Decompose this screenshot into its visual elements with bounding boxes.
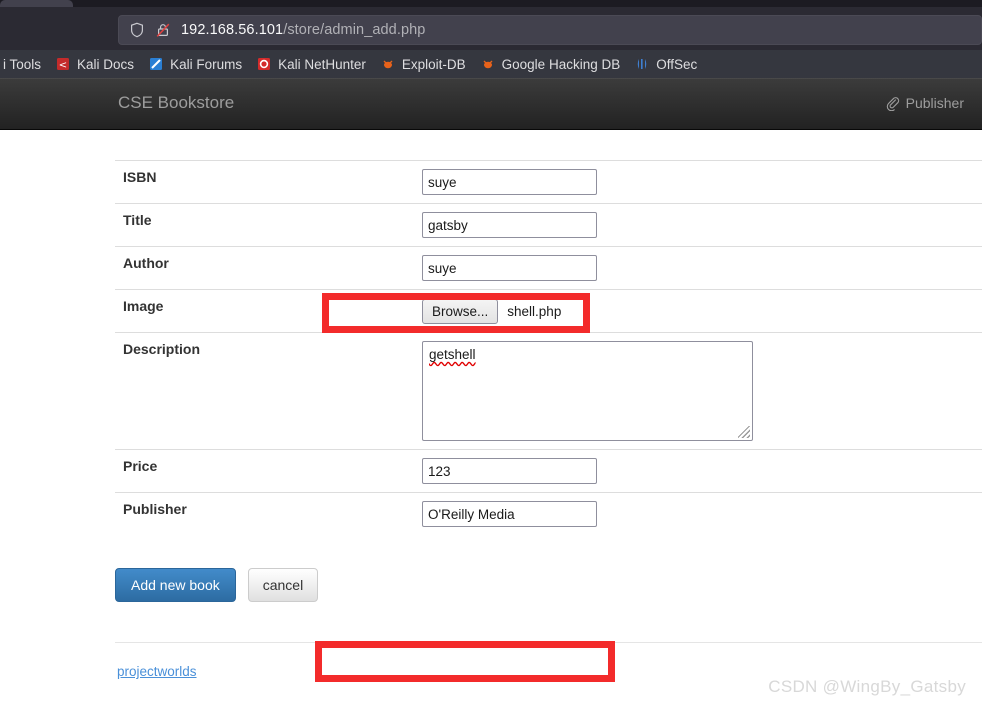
svg-text:<: < <box>59 60 67 71</box>
bookmark-kali-forums[interactable]: Kali Forums <box>141 53 249 75</box>
label-isbn: ISBN <box>115 160 365 204</box>
url-path: /store/admin_add.php <box>283 22 426 38</box>
label-image: Image <box>115 289 365 333</box>
kali-nethunter-icon <box>256 56 272 72</box>
label-description: Description <box>115 332 365 450</box>
bookmark-label: Exploit-DB <box>401 56 466 72</box>
watermark: CSDN @WingBy_Gatsby <box>768 677 966 696</box>
browser-chrome: 192.168.56.101/store/admin_add.php i Too… <box>0 0 982 78</box>
file-upload-control[interactable]: Browse... shell.php <box>422 298 974 324</box>
navbar-publisher-link[interactable]: Publisher <box>885 93 964 113</box>
form-row-publisher: Publisher <box>115 492 982 535</box>
field-cell-title <box>365 203 982 247</box>
field-cell-publisher <box>365 492 982 535</box>
field-cell-author <box>365 246 982 290</box>
label-price: Price <box>115 449 365 493</box>
add-new-book-button[interactable]: Add new book <box>115 568 236 602</box>
bookmark-label: OffSec <box>656 56 698 72</box>
label-publisher: Publisher <box>115 492 365 535</box>
page-body: ISBN Title Author Image <box>0 130 982 707</box>
lock-insecure-icon[interactable] <box>155 22 171 38</box>
form-row-author: Author <box>115 246 982 290</box>
add-book-form-table: ISBN Title Author Image <box>115 160 982 535</box>
title-input[interactable] <box>422 212 597 238</box>
app-navbar: CSE Bookstore Publisher <box>0 78 982 130</box>
bookmark-kali-tools[interactable]: i Tools <box>0 53 48 75</box>
url-text: 192.168.56.101/store/admin_add.php <box>181 22 425 38</box>
bookmark-label: Kali Forums <box>170 56 243 72</box>
bookmark-label: i Tools <box>3 56 42 72</box>
bookmark-kali-docs[interactable]: < Kali Docs <box>48 53 141 75</box>
field-cell-price <box>365 449 982 493</box>
isbn-input[interactable] <box>422 169 597 195</box>
price-input[interactable] <box>422 458 597 484</box>
browser-tab-active[interactable] <box>0 0 73 7</box>
shield-icon[interactable] <box>129 22 145 38</box>
form-row-isbn: ISBN <box>115 160 982 204</box>
tab-strip <box>0 0 982 7</box>
bookmark-kali-nethunter[interactable]: Kali NetHunter <box>249 53 373 75</box>
cancel-button[interactable]: cancel <box>247 568 319 602</box>
annotation-box-publisher <box>315 641 615 682</box>
bookmarks-bar: i Tools < Kali Docs Kali Forums Kali Net… <box>0 50 982 78</box>
browser-navigation-toolbar: 192.168.56.101/store/admin_add.php <box>0 7 982 50</box>
url-bar[interactable]: 192.168.56.101/store/admin_add.php <box>118 15 982 45</box>
selected-file-name: shell.php <box>507 303 562 319</box>
label-author: Author <box>115 246 365 290</box>
bookmark-google-hacking-db[interactable]: Google Hacking DB <box>473 53 628 75</box>
description-wrapper: getshell <box>422 341 753 441</box>
google-hacking-db-icon <box>480 56 496 72</box>
publisher-input[interactable] <box>422 501 597 527</box>
kali-docs-icon: < <box>55 56 71 72</box>
field-cell-isbn <box>365 160 982 204</box>
kali-forums-icon <box>148 56 164 72</box>
footer-divider <box>115 642 982 643</box>
field-cell-image: Browse... shell.php <box>365 289 982 333</box>
field-cell-description: getshell <box>365 332 982 450</box>
offsec-icon <box>634 56 650 72</box>
url-host: 192.168.56.101 <box>181 22 284 38</box>
form-actions: Add new book cancel <box>115 568 319 602</box>
browse-button[interactable]: Browse... <box>422 298 499 324</box>
footer-projectworlds-link[interactable]: projectworlds <box>117 664 197 679</box>
author-input[interactable] <box>422 255 597 281</box>
navbar-publisher-label: Publisher <box>905 95 964 111</box>
bookmark-label: Google Hacking DB <box>501 56 621 72</box>
description-text: getshell <box>429 347 476 362</box>
bookmark-label: Kali NetHunter <box>278 56 366 72</box>
label-title: Title <box>115 203 365 247</box>
bookmark-exploit-db[interactable]: Exploit-DB <box>373 53 473 75</box>
paperclip-icon <box>885 96 900 111</box>
form-row-price: Price <box>115 449 982 493</box>
bookmark-offsec[interactable]: OffSec <box>627 53 704 75</box>
bookmark-label: Kali Docs <box>77 56 135 72</box>
form-row-description: Description getshell <box>115 332 982 450</box>
form-row-image: Image Browse... shell.php <box>115 289 982 333</box>
navbar-brand[interactable]: CSE Bookstore <box>118 92 234 114</box>
exploit-db-icon <box>380 56 396 72</box>
form-row-title: Title <box>115 203 982 247</box>
